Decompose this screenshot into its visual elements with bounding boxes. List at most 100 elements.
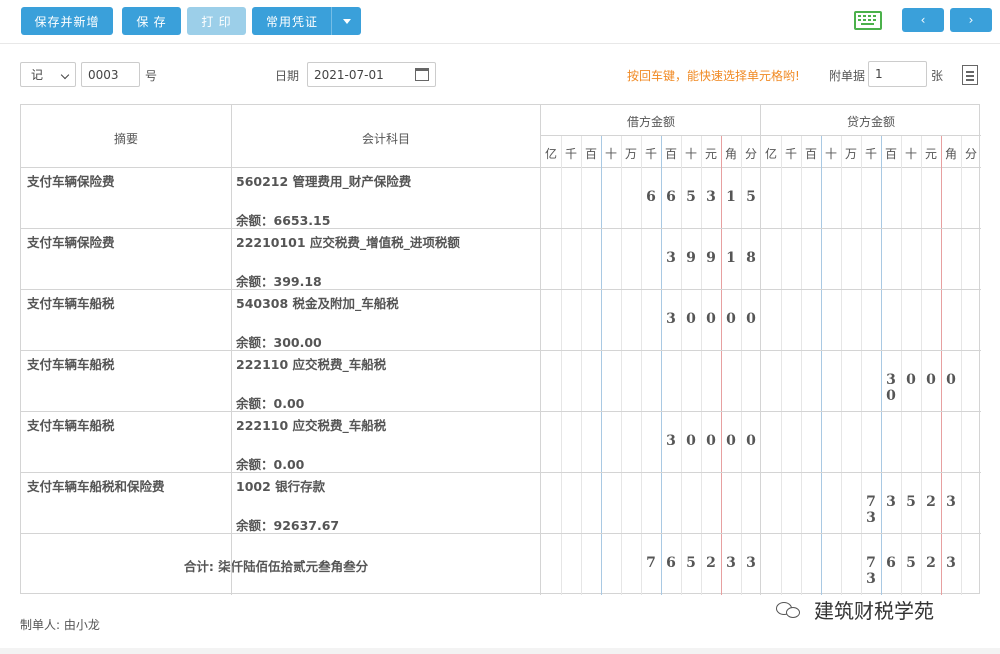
watermark: 建筑财税学苑 <box>776 595 934 624</box>
attachments-input[interactable]: 1 <box>868 61 927 87</box>
digit-unit-header: 万 <box>844 147 857 161</box>
digit-unit-header: 十 <box>604 147 617 161</box>
amount-digit: 0 <box>926 372 936 388</box>
entry-summary[interactable]: 支付车辆车船税 <box>27 293 115 312</box>
date-value: 2021-07-01 <box>314 67 384 82</box>
watermark-text: 建筑财税学苑 <box>814 599 934 623</box>
document-icon[interactable] <box>962 65 978 85</box>
amount-digits: 30000 <box>881 372 979 404</box>
grid-vline <box>801 136 802 595</box>
entry-account[interactable]: 560212 管理费用_财产保险费 <box>236 171 411 190</box>
next-voucher-button[interactable]: › <box>950 8 992 32</box>
calendar-icon[interactable] <box>415 68 429 81</box>
toolbar: 保存并新增 保 存 打 印 常用凭证 ‹ › <box>0 0 1000 44</box>
date-input[interactable]: 2021-07-01 <box>307 62 436 87</box>
entry-summary[interactable]: 支付车辆车船税 <box>27 415 115 434</box>
amount-digit: 9 <box>706 250 716 266</box>
col-credit-header: 贷方金额 <box>846 115 895 129</box>
print-button[interactable]: 打 印 <box>187 7 246 35</box>
entry-account[interactable]: 22210101 应交税费_增值税_进项税额 <box>236 232 460 251</box>
digit-unit-header: 角 <box>944 147 957 161</box>
grid-hline <box>21 289 981 290</box>
digit-unit-header: 百 <box>804 147 817 161</box>
grid-hline <box>21 350 981 351</box>
entry-summary[interactable]: 支付车辆车船税 <box>27 354 115 373</box>
amount-digits: 30000 <box>661 311 761 327</box>
amount-digit: 3 <box>866 571 876 587</box>
grid-hline <box>541 135 981 136</box>
digit-unit-header: 十 <box>824 147 837 161</box>
entry-balance: 余额：6653.15 <box>236 213 331 228</box>
grid-vline <box>781 136 782 595</box>
grid-hline <box>21 472 981 473</box>
amount-digits: 665315 <box>641 189 761 205</box>
grid-vline <box>861 136 862 595</box>
amount-digit: 7 <box>866 555 876 571</box>
amount-digits: 7 3 5 2 33 <box>861 494 979 526</box>
amount-digit: 8 <box>746 250 756 266</box>
amount-digit: 0 <box>686 311 696 327</box>
number-suffix: 号 <box>145 69 158 83</box>
attachments-unit: 张 <box>931 69 944 83</box>
digit-unit-header: 角 <box>724 147 737 161</box>
amount-digit: 3 <box>666 250 676 266</box>
common-voucher-dropdown[interactable] <box>331 7 361 35</box>
amount-digit: 5 <box>906 494 916 510</box>
amount-digit: 5 <box>746 189 756 205</box>
amount-digit: 3 <box>866 510 876 526</box>
amount-digit: 6 <box>666 189 676 205</box>
amount-digit: 3 <box>886 494 896 510</box>
amount-digit: 3 <box>886 372 896 388</box>
digit-unit-header: 亿 <box>544 147 557 161</box>
keyboard-icon[interactable] <box>854 11 882 30</box>
prev-voucher-button[interactable]: ‹ <box>902 8 944 32</box>
amount-digit: 0 <box>906 372 916 388</box>
amount-digits: 39918 <box>661 250 761 266</box>
chevron-down-icon <box>60 70 70 80</box>
amount-digits: 765233 <box>641 555 761 571</box>
entry-account[interactable]: 222110 应交税费_车船税 <box>236 354 386 373</box>
amount-digits: 765233 <box>861 555 979 587</box>
grid-vline <box>881 136 882 595</box>
entry-account[interactable]: 222110 应交税费_车船税 <box>236 415 386 434</box>
entry-account[interactable]: 1002 银行存款 <box>236 476 325 495</box>
save-and-new-button[interactable]: 保存并新增 <box>21 7 113 35</box>
voucher-number-input[interactable]: 0003 <box>81 62 140 87</box>
amount-digit: 0 <box>726 311 736 327</box>
amount-digit: 0 <box>746 433 756 449</box>
digit-unit-header: 分 <box>744 147 757 161</box>
entry-balance: 余额：0.00 <box>236 396 305 411</box>
amount-digit: 3 <box>946 494 956 510</box>
amount-digit: 3 <box>726 555 736 571</box>
grid-vline <box>941 136 942 595</box>
date-label: 日期 <box>275 69 300 83</box>
grid-hline <box>21 533 981 534</box>
col-account-header: 会计科目 <box>361 132 410 146</box>
digit-unit-header: 百 <box>584 147 597 161</box>
amount-digit: 6 <box>886 555 896 571</box>
amount-digit: 0 <box>726 433 736 449</box>
entry-balance: 余额：399.18 <box>236 274 322 289</box>
amount-digit: 2 <box>706 555 716 571</box>
amount-digits: 30000 <box>661 433 761 449</box>
grid-vline <box>581 136 582 595</box>
voucher-word-select[interactable]: 记 <box>20 62 76 87</box>
amount-digit: 3 <box>666 311 676 327</box>
amount-digit: 5 <box>906 555 916 571</box>
amount-digit: 5 <box>686 555 696 571</box>
amount-digit: 3 <box>666 433 676 449</box>
entry-summary[interactable]: 支付车辆保险费 <box>27 171 115 190</box>
entry-summary[interactable]: 支付车辆保险费 <box>27 232 115 251</box>
entry-account[interactable]: 540308 税金及附加_车船税 <box>236 293 399 312</box>
attachments-label: 附单据 <box>829 69 866 83</box>
grid-hline <box>21 411 981 412</box>
save-button[interactable]: 保 存 <box>122 7 181 35</box>
grid-hline <box>21 167 981 168</box>
common-voucher-button[interactable]: 常用凭证 <box>252 7 332 35</box>
digit-unit-header: 亿 <box>764 147 777 161</box>
digit-unit-header: 十 <box>904 147 917 161</box>
entry-balance: 余额：92637.67 <box>236 518 340 533</box>
digit-unit-header: 万 <box>624 147 637 161</box>
entry-summary[interactable]: 支付车辆车船税和保险费 <box>27 476 165 495</box>
amount-digit: 0 <box>886 388 896 404</box>
